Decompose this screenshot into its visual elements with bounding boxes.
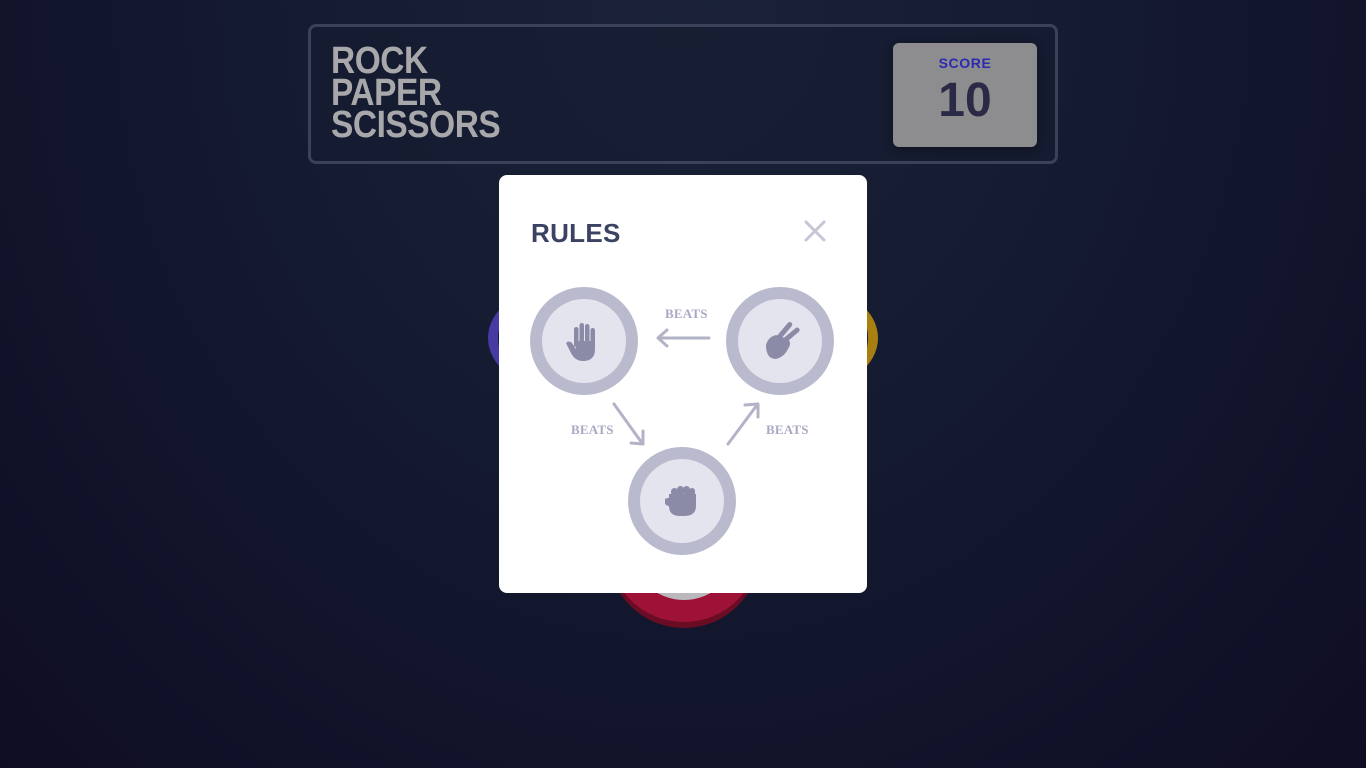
paper-hand-icon	[566, 323, 595, 361]
beats-label-right: BEATS	[766, 422, 809, 437]
rock-fist-icon	[665, 486, 696, 516]
arrow-down-right-icon	[609, 399, 649, 449]
scissors-hand-icon	[766, 322, 800, 359]
arrow-left-icon	[653, 327, 711, 349]
score-label: SCORE	[938, 55, 992, 71]
close-button[interactable]	[801, 217, 829, 245]
rule-rock-token-inner	[640, 459, 724, 543]
rule-scissors-token	[726, 287, 834, 395]
rule-scissors-token-inner	[738, 299, 822, 383]
title-line-scissors: SCISSORS	[331, 104, 501, 146]
score-box: SCORE 10	[893, 43, 1037, 147]
close-icon	[804, 220, 826, 242]
beats-label-left: BEATS	[571, 422, 614, 437]
rules-title: RULES	[531, 218, 621, 248]
arrow-up-right-icon	[723, 399, 763, 449]
game-title: ROCK PAPER SCISSORS	[331, 42, 523, 146]
rule-paper-token	[530, 287, 638, 395]
rules-modal: RULES BEATS BEATS BEATS	[499, 175, 867, 593]
rule-paper-token-inner	[542, 299, 626, 383]
score-value: 10	[938, 74, 992, 127]
beats-label-top: BEATS	[665, 306, 708, 321]
rule-rock-token	[628, 447, 736, 555]
header: ROCK PAPER SCISSORS SCORE 10	[308, 24, 1058, 164]
